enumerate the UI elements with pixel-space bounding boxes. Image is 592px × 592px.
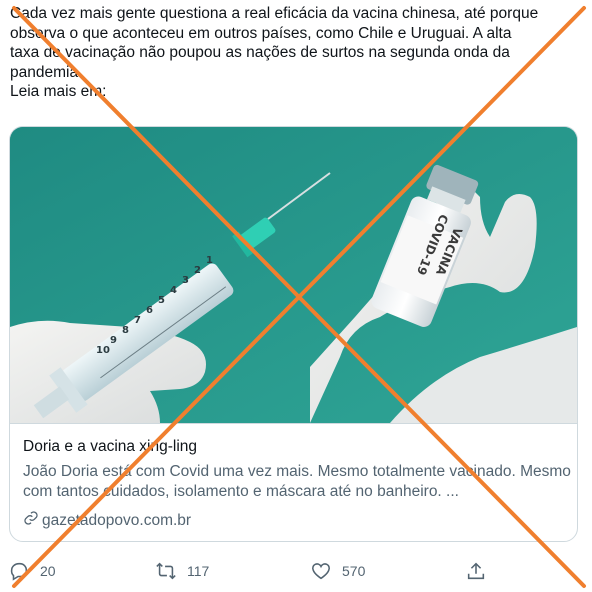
reply-count: 20 xyxy=(40,563,56,579)
link-preview-card[interactable]: COVID-19 VACINA 1 2 3 4 5 6 7 8 9 10 Dor… xyxy=(9,126,578,542)
syringe-mark: 1 xyxy=(206,255,213,266)
syringe-mark: 6 xyxy=(146,305,153,316)
syringe-mark: 10 xyxy=(96,345,110,356)
retweet-button[interactable]: 117 xyxy=(155,556,209,586)
card-image[interactable]: COVID-19 VACINA 1 2 3 4 5 6 7 8 9 10 xyxy=(10,127,577,423)
tweet-line: taxa de vacinação não poupou as nações d… xyxy=(10,44,510,61)
syringe-mark: 9 xyxy=(110,335,117,346)
syringe-mark: 5 xyxy=(158,295,165,306)
like-count: 570 xyxy=(342,563,366,579)
tweet-text: Cada vez mais gente questiona a real efi… xyxy=(10,4,585,102)
syringe-mark: 2 xyxy=(194,265,201,276)
tweet-line: pandemia. xyxy=(10,63,83,81)
syringe-mark: 7 xyxy=(134,315,141,326)
tweet-line: Leia mais em: xyxy=(10,83,107,100)
share-button[interactable] xyxy=(465,556,487,586)
syringe-mark: 3 xyxy=(182,275,189,286)
tweet-line: Cada vez mais gente questiona a real efi… xyxy=(10,5,539,22)
heart-icon xyxy=(310,560,332,582)
share-icon xyxy=(465,560,487,582)
syringe-mark: 4 xyxy=(170,285,177,296)
vaccine-photo: COVID-19 VACINA 1 2 3 4 5 6 7 8 9 10 xyxy=(10,127,577,423)
reply-icon xyxy=(8,560,30,582)
syringe-mark: 8 xyxy=(122,325,129,336)
card-title[interactable]: Doria e a vacina xing-ling xyxy=(23,438,197,456)
reply-button[interactable]: 20 xyxy=(8,556,56,586)
link-icon xyxy=(23,510,39,531)
card-description: João Doria está com Covid uma vez mais. … xyxy=(23,463,571,500)
retweet-count: 117 xyxy=(187,563,210,579)
tweet-line: observa o que aconteceu em outros países… xyxy=(10,24,512,42)
card-meta[interactable]: Doria e a vacina xing-ling João Doria es… xyxy=(10,423,577,541)
like-button[interactable]: 570 xyxy=(310,556,365,586)
card-domain-text: gazetadopovo.com.br xyxy=(42,511,192,529)
tweet-actions: 20 117 570 xyxy=(0,556,592,586)
retweet-icon xyxy=(155,560,177,582)
card-domain[interactable]: gazetadopovo.com.br xyxy=(23,510,191,531)
